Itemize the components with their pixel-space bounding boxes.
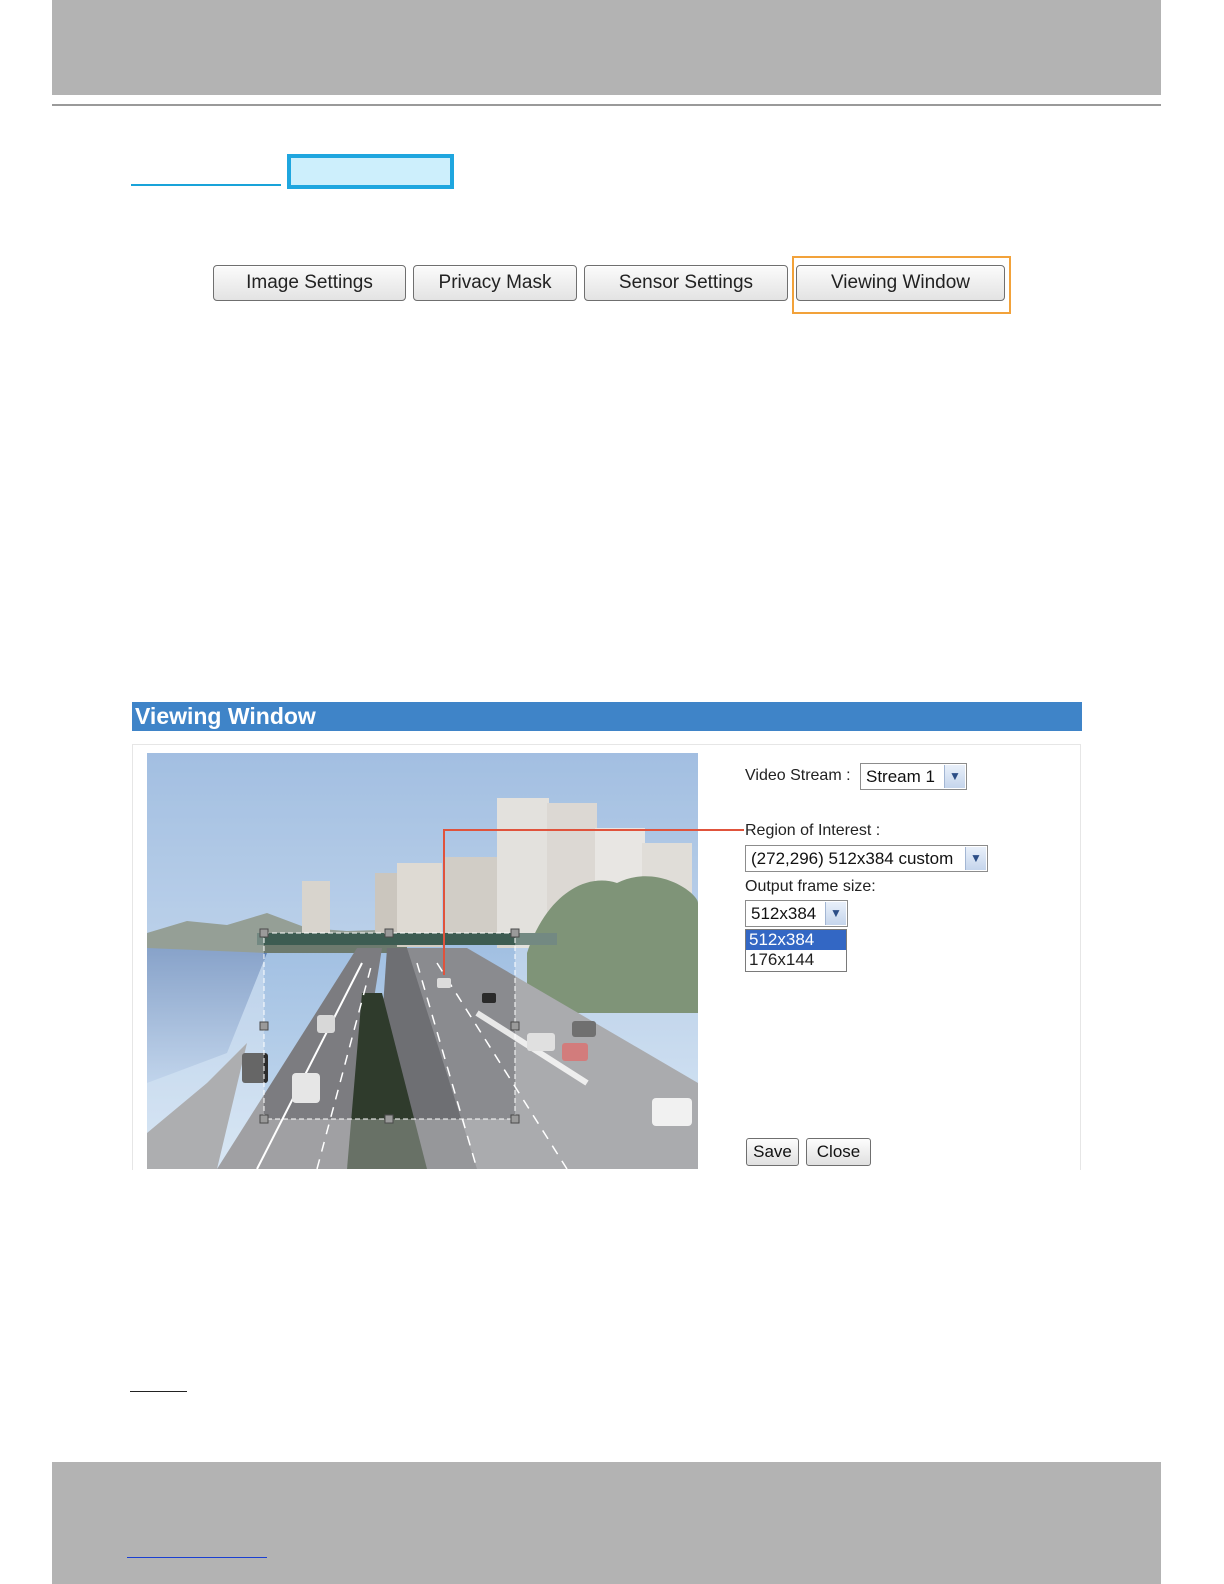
chevron-down-icon[interactable]: ▼ bbox=[825, 902, 846, 925]
close-button[interactable]: Close bbox=[806, 1138, 871, 1166]
chevron-down-icon[interactable]: ▼ bbox=[944, 765, 965, 788]
video-stream-select[interactable]: Stream 1 ▼ bbox=[860, 763, 967, 790]
video-stream-value: Stream 1 bbox=[866, 767, 935, 786]
output-frame-size-label: Output frame size: bbox=[745, 878, 876, 895]
region-of-interest-label: Region of Interest : bbox=[745, 822, 881, 839]
region-of-interest-value: (272,296) 512x384 custom bbox=[751, 849, 954, 868]
note-underline bbox=[130, 1391, 187, 1392]
output-frame-size-select[interactable]: 512x384 ▼ bbox=[745, 900, 848, 927]
output-frame-size-options: 512x384 176x144 bbox=[745, 929, 847, 972]
save-button[interactable]: Save bbox=[746, 1138, 799, 1166]
chevron-down-icon[interactable]: ▼ bbox=[965, 847, 986, 870]
region-of-interest-select[interactable]: (272,296) 512x384 custom ▼ bbox=[745, 845, 988, 872]
dropdown-option-176x144[interactable]: 176x144 bbox=[746, 950, 846, 970]
dropdown-option-512x384[interactable]: 512x384 bbox=[746, 930, 846, 950]
footer-link-underline[interactable] bbox=[127, 1557, 267, 1558]
roi-callout-line bbox=[443, 829, 744, 975]
page-footer-band bbox=[52, 1462, 1161, 1584]
output-frame-size-value: 512x384 bbox=[751, 904, 817, 923]
video-stream-label: Video Stream : bbox=[745, 767, 851, 784]
